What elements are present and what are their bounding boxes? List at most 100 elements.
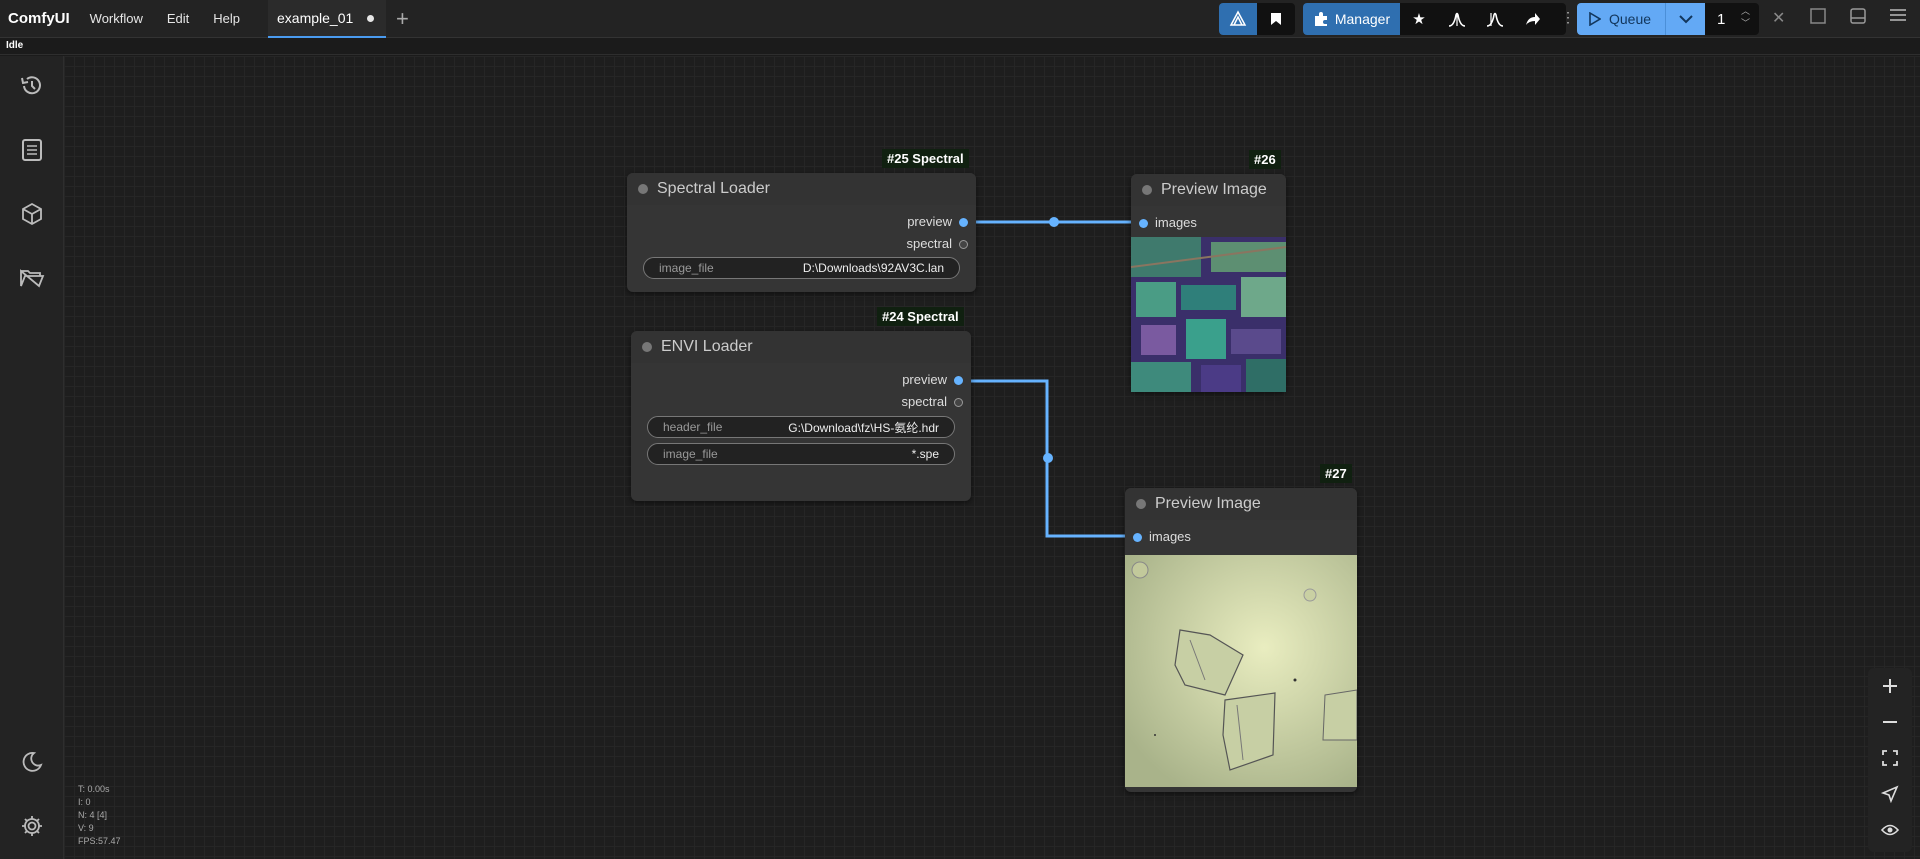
node-title: Preview Image: [1155, 495, 1261, 512]
output-slot-icon[interactable]: [959, 218, 968, 227]
widget-value: *.spe: [911, 447, 939, 461]
image-file-widget[interactable]: image_file *.spe: [647, 443, 955, 465]
node-badge: #25 Spectral: [882, 149, 969, 168]
bottom-panel-icon[interactable]: [1850, 8, 1866, 29]
preview-image-node-26[interactable]: Preview Image images: [1131, 174, 1286, 392]
widget-value: D:\Downloads\92AV3C.lan: [802, 261, 944, 275]
node-title: Spectral Loader: [657, 180, 770, 197]
preview-image-output[interactable]: [1125, 555, 1357, 787]
widget-label: image_file: [659, 261, 714, 275]
microscope-preview-image: [1125, 555, 1357, 787]
queue-label: Queue: [1609, 11, 1652, 27]
more-options-icon[interactable]: ⋮: [1561, 9, 1575, 26]
widget-label: header_file: [663, 420, 723, 434]
stat-nodes: N: 4 [4]: [78, 810, 108, 820]
envi-loader-node[interactable]: ENVI Loader preview spectral header_file…: [631, 331, 971, 501]
model-library-icon[interactable]: [18, 200, 46, 228]
node-title: ENVI Loader: [661, 338, 753, 355]
workflows-icon[interactable]: [18, 264, 46, 292]
add-tab-icon[interactable]: +: [396, 6, 409, 32]
output-label: preview: [902, 372, 947, 387]
play-icon: [1589, 12, 1601, 26]
node-badge: #24 Spectral: [877, 307, 964, 326]
queue-count-value: 1: [1717, 10, 1726, 28]
left-sidebar: [0, 56, 64, 859]
output-label: preview: [907, 214, 952, 229]
bell-curve-icon[interactable]: [1439, 3, 1475, 35]
history-icon[interactable]: [18, 72, 46, 100]
stat-v: V: 9: [78, 823, 94, 833]
collapse-dot-icon[interactable]: [638, 184, 648, 194]
output-slot-icon[interactable]: [959, 240, 968, 249]
share-icon[interactable]: [1515, 3, 1551, 35]
output-spectral[interactable]: spectral: [906, 236, 976, 251]
input-images[interactable]: images: [1125, 529, 1191, 544]
fit-view-icon[interactable]: [1868, 740, 1912, 776]
header-file-widget[interactable]: header_file G:\Download\fz\HS-氨纶.hdr: [647, 416, 955, 438]
settings-icon[interactable]: [18, 812, 46, 840]
menu-edit[interactable]: Edit: [167, 11, 189, 26]
stat-i: I: 0: [78, 797, 91, 807]
zoom-out-icon[interactable]: [1868, 704, 1912, 740]
spectral-loader-node[interactable]: Spectral Loader preview spectral image_f…: [627, 173, 976, 292]
app-brand[interactable]: ComfyUI: [8, 10, 70, 27]
input-images[interactable]: images: [1131, 215, 1197, 230]
unsaved-dot-icon[interactable]: [367, 15, 374, 22]
puzzle-icon: [1314, 12, 1327, 26]
collapse-dot-icon[interactable]: [642, 342, 652, 352]
tab-example-01[interactable]: example_01: [268, 0, 386, 38]
close-icon[interactable]: ✕: [1772, 8, 1785, 28]
output-preview[interactable]: preview: [902, 372, 971, 387]
queue-count-input[interactable]: 1: [1705, 3, 1759, 35]
menu-help[interactable]: Help: [213, 11, 240, 26]
output-label: spectral: [906, 236, 952, 251]
zoom-in-icon[interactable]: [1868, 668, 1912, 704]
node-title: Preview Image: [1161, 181, 1267, 198]
node-title-bar[interactable]: Preview Image: [1131, 174, 1286, 206]
satellite-preview-image: [1131, 237, 1286, 392]
star-icon[interactable]: ★: [1401, 3, 1437, 35]
status-text: Idle: [6, 40, 24, 51]
collapse-dot-icon[interactable]: [1136, 499, 1146, 509]
status-strip: [0, 39, 1920, 55]
manager-button[interactable]: Manager: [1303, 3, 1400, 35]
menu-workflow[interactable]: Workflow: [90, 11, 143, 26]
input-label: images: [1149, 529, 1191, 544]
preview-image-node-27[interactable]: Preview Image images: [1125, 488, 1357, 792]
output-slot-icon[interactable]: [954, 398, 963, 407]
output-spectral[interactable]: spectral: [901, 394, 971, 409]
canvas-controls: [1868, 668, 1912, 852]
node-title-bar[interactable]: ENVI Loader: [631, 331, 971, 363]
curve-alt-icon[interactable]: [1477, 3, 1513, 35]
theme-toggle-icon[interactable]: [18, 748, 46, 776]
input-slot-icon[interactable]: [1139, 219, 1148, 228]
stat-fps: FPS:57.47: [78, 836, 121, 846]
input-label: images: [1155, 215, 1197, 230]
output-preview[interactable]: preview: [907, 214, 976, 229]
bookmark-icon[interactable]: [1258, 3, 1294, 35]
node-title-bar[interactable]: Spectral Loader: [627, 173, 976, 205]
spectral-logo-icon: [1229, 10, 1247, 26]
hamburger-menu-icon[interactable]: [1890, 8, 1906, 27]
collapse-dot-icon[interactable]: [1142, 185, 1152, 195]
image-file-widget[interactable]: image_file D:\Downloads\92AV3C.lan: [643, 257, 960, 279]
queue-count-stepper[interactable]: ︿ ﹀: [1741, 5, 1750, 29]
focus-mode-icon[interactable]: [1810, 8, 1826, 29]
spectral-logo-button[interactable]: [1219, 3, 1257, 35]
canvas-stats: T: 0.00s I: 0 N: 4 [4] V: 9 FPS:57.47: [78, 783, 121, 848]
node-title-bar[interactable]: Preview Image: [1125, 488, 1357, 520]
toggle-links-eye-icon[interactable]: [1868, 812, 1912, 848]
select-mode-icon[interactable]: [1868, 776, 1912, 812]
node-badge: #26: [1249, 150, 1281, 169]
graph-canvas[interactable]: [64, 56, 1920, 859]
node-library-icon[interactable]: [18, 136, 46, 164]
output-slot-icon[interactable]: [954, 376, 963, 385]
input-slot-icon[interactable]: [1133, 533, 1142, 542]
output-label: spectral: [901, 394, 947, 409]
node-badge: #27: [1320, 464, 1352, 483]
manager-label: Manager: [1334, 11, 1391, 27]
queue-dropdown-chevron-icon[interactable]: [1665, 3, 1705, 35]
stat-time: T: 0.00s: [78, 784, 110, 794]
preview-image-output[interactable]: [1131, 237, 1286, 392]
widget-value: G:\Download\fz\HS-氨纶.hdr: [788, 420, 939, 435]
